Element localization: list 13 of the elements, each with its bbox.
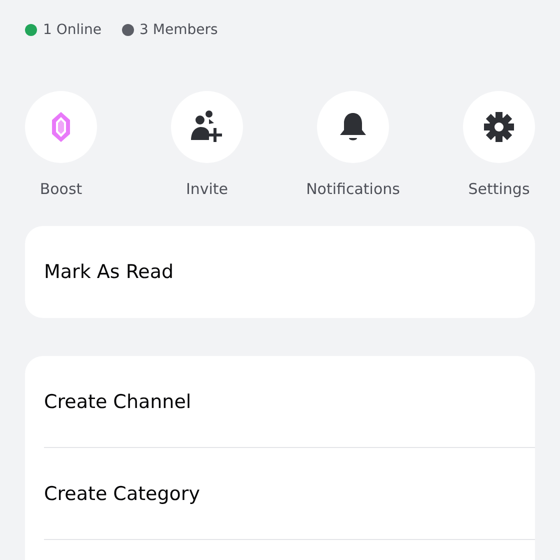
menu-item[interactable]: Create Category	[44, 448, 535, 540]
gem-icon	[51, 111, 71, 143]
member-count: 1 Online	[43, 22, 102, 38]
settings-icon	[483, 111, 515, 143]
bell-icon	[339, 112, 367, 142]
action-label: Settings	[468, 180, 530, 198]
menu-item[interactable]: Mark As Read	[44, 226, 535, 318]
action-label: Notifications	[306, 180, 400, 198]
action-label: Invite	[186, 180, 228, 198]
add-person-icon	[189, 110, 225, 144]
member-count: 3 Members	[140, 22, 218, 38]
menu-item[interactable]: Create Channel	[44, 356, 535, 448]
action-label: Boost	[40, 180, 82, 198]
